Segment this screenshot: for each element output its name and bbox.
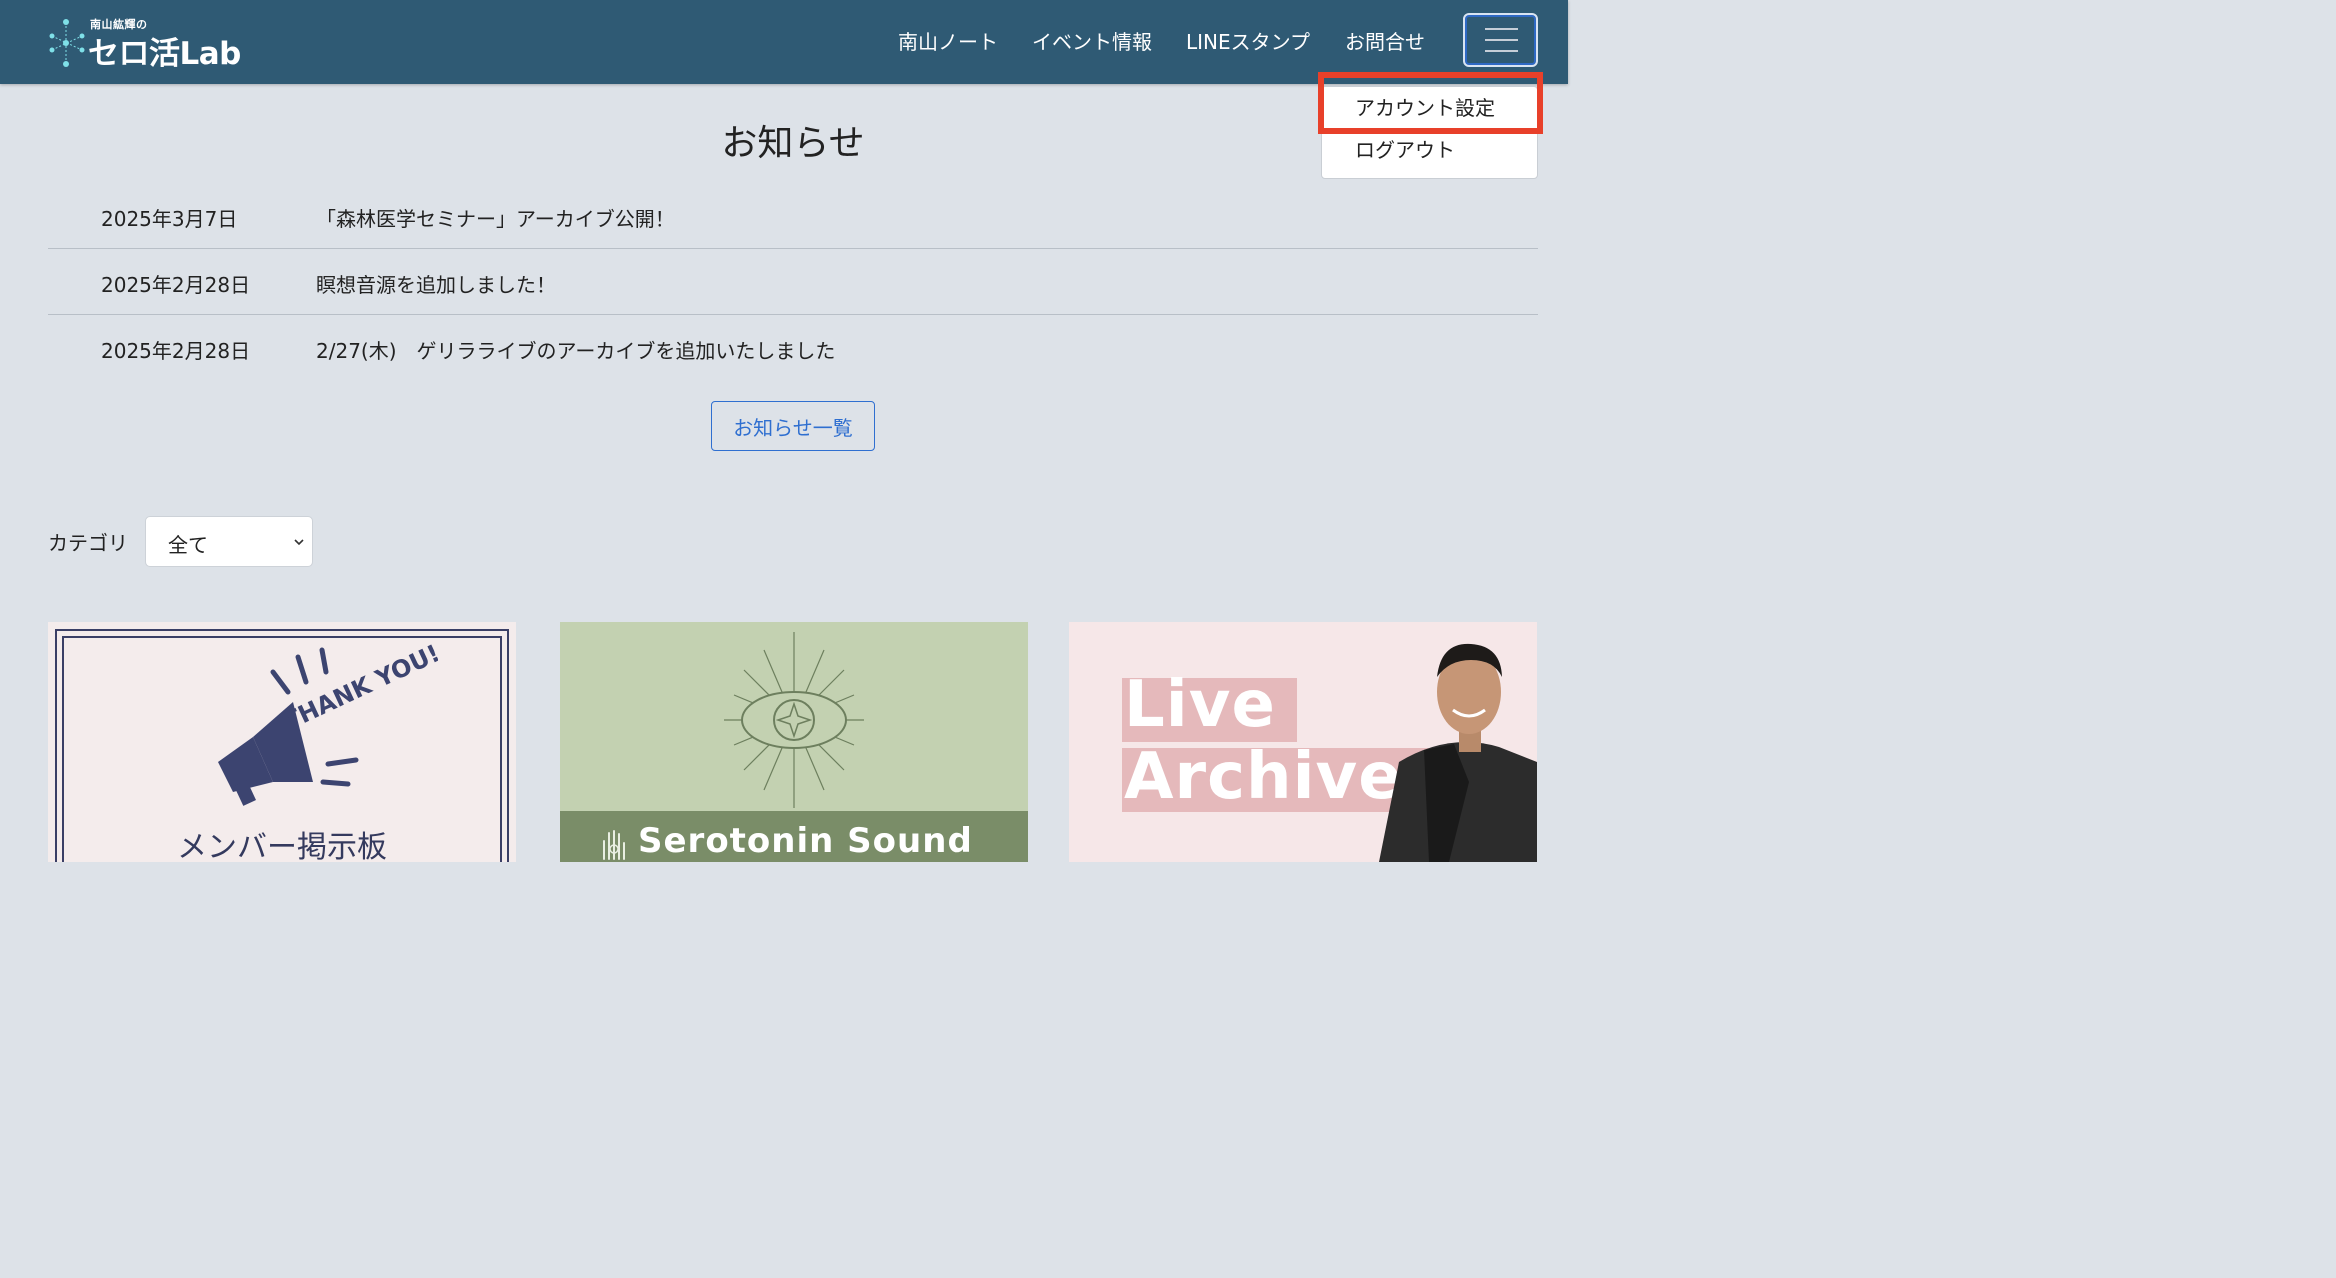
notice-title: 瞑想音源を追加しました！ [316,273,556,297]
person-photo [1379,643,1537,862]
hamburger-icon [1485,28,1518,30]
thank-you-text: THANK YOU! [279,642,438,736]
nav-line-stamp[interactable]: LINEスタンプ [1186,26,1310,55]
nav-contact[interactable]: お問合せ [1345,26,1425,55]
notices-list-button[interactable]: お知らせ一覧 [711,401,875,451]
page-title: お知らせ [721,123,865,164]
notice-row[interactable]: 2025年3月7日 「森林医学セミナー」アーカイブ公開！ [48,183,1538,249]
nav-event-info[interactable]: イベント情報 [1032,26,1152,55]
notice-title: 2/27(木) ゲリラライブのアーカイブを追加いたしました [316,339,836,363]
category-select[interactable]: 全て [145,516,313,567]
logo-title: セロ活Lab [88,36,241,72]
card-serotonin-sound[interactable]: Serotonin Sound [560,622,1028,862]
nav-minamiyama-note[interactable]: 南山ノート [898,26,998,55]
site-logo[interactable]: 南山紘輝の セロ活Lab [48,12,258,72]
notice-row[interactable]: 2025年2月28日 瞑想音源を追加しました！ [48,249,1538,315]
card-title: Serotonin Sound [638,821,973,861]
eye-icon [724,632,864,808]
megaphone-icon: THANK YOU! [218,642,438,806]
category-label: カテゴリ [48,531,128,555]
notice-date: 2025年3月7日 [101,207,238,231]
notice-date: 2025年2月28日 [101,339,251,363]
notice-title: 「森林医学セミナー」アーカイブ公開！ [316,207,675,231]
card-title: メンバー掲示板 [177,830,387,862]
molecule-logo-icon [49,19,85,67]
notice-row[interactable]: 2025年2月28日 2/27(木) ゲリラライブのアーカイブを追加いたしました [48,315,1538,381]
chevron-down-icon [294,539,304,546]
live-text: Live [1124,668,1276,742]
hand-icon [603,830,625,860]
notice-date: 2025年2月28日 [101,273,251,297]
card-member-board[interactable]: THANK YOU! メンバー掲示板 [48,622,516,862]
category-selected-value: 全て [168,533,208,557]
archive-text: Archive [1124,740,1403,814]
hamburger-menu-button[interactable] [1463,13,1538,67]
card-live-archive[interactable]: Live Archive [1069,622,1537,862]
